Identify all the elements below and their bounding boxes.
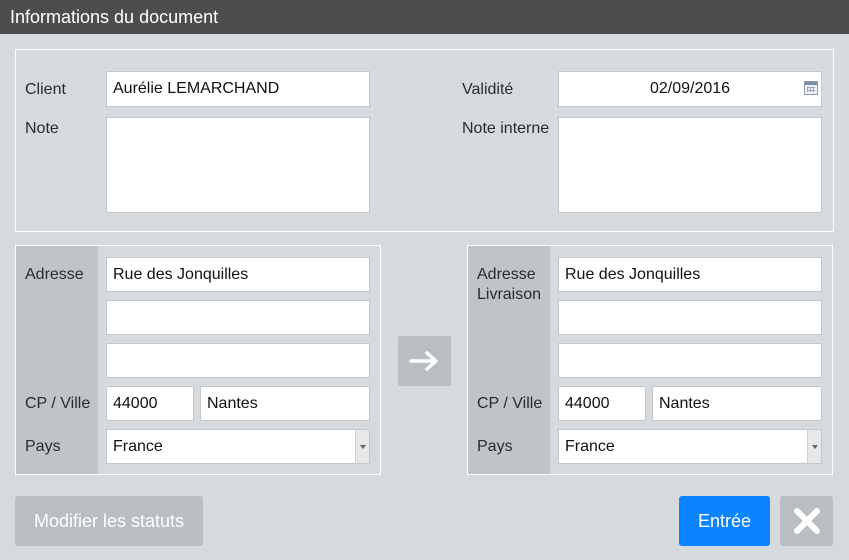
billing-pays-label: Pays — [25, 438, 61, 455]
billing-adresse-label: Adresse — [25, 266, 84, 283]
shipping-postal-code-value: 44000 — [565, 394, 610, 412]
billing-cp-ville-label: CP / Ville — [25, 395, 91, 412]
billing-country-value: France — [113, 437, 163, 455]
entree-button[interactable]: Entrée — [679, 496, 770, 546]
billing-address-line2[interactable] — [106, 300, 370, 335]
window-title: Informations du document — [0, 0, 849, 34]
arrow-right-icon — [408, 351, 438, 371]
calendar-icon[interactable] — [804, 81, 818, 95]
billing-address-line1-value: Rue des Jonquilles — [113, 265, 249, 283]
note-interne-textarea[interactable] — [558, 117, 822, 213]
validite-value: 02/09/2016 — [649, 80, 731, 97]
billing-country-select[interactable]: France — [106, 429, 370, 464]
shipping-country-select[interactable]: France — [558, 429, 822, 464]
billing-postal-code-field[interactable]: 44000 — [106, 386, 194, 421]
billing-city-value: Nantes — [207, 394, 258, 412]
shipping-address-line2[interactable] — [558, 300, 822, 335]
client-value: Aurélie LEMARCHAND — [113, 80, 280, 97]
chevron-down-icon[interactable] — [355, 430, 369, 463]
copy-address-button[interactable] — [398, 336, 451, 386]
close-icon — [793, 508, 820, 534]
close-button[interactable] — [780, 496, 833, 546]
shipping-adresse-label: Adresse — [477, 266, 536, 283]
shipping-city-value: Nantes — [659, 394, 710, 412]
validite-label: Validité — [462, 81, 514, 98]
validite-date-field[interactable]: 02/09/2016 — [558, 71, 822, 107]
billing-address-line3[interactable] — [106, 343, 370, 378]
note-interne-label: Note interne — [462, 120, 550, 137]
billing-postal-code-value: 44000 — [113, 394, 158, 412]
modifier-statuts-button[interactable]: Modifier les statuts — [15, 496, 203, 546]
note-label: Note — [25, 120, 59, 137]
shipping-cp-ville-label: CP / Ville — [477, 395, 543, 412]
client-label: Client — [25, 81, 66, 98]
shipping-pays-label: Pays — [477, 438, 513, 455]
note-textarea[interactable] — [106, 117, 370, 213]
shipping-country-value: France — [565, 437, 615, 455]
client-field[interactable]: Aurélie LEMARCHAND — [106, 71, 370, 107]
shipping-livraison-label: Livraison — [477, 286, 542, 303]
shipping-city-field[interactable]: Nantes — [652, 386, 822, 421]
billing-address-line1[interactable]: Rue des Jonquilles — [106, 257, 370, 292]
shipping-address-line1-value: Rue des Jonquilles — [565, 265, 701, 283]
shipping-address-line3[interactable] — [558, 343, 822, 378]
billing-city-field[interactable]: Nantes — [200, 386, 370, 421]
shipping-address-line1[interactable]: Rue des Jonquilles — [558, 257, 822, 292]
shipping-postal-code-field[interactable]: 44000 — [558, 386, 646, 421]
chevron-down-icon[interactable] — [807, 430, 821, 463]
